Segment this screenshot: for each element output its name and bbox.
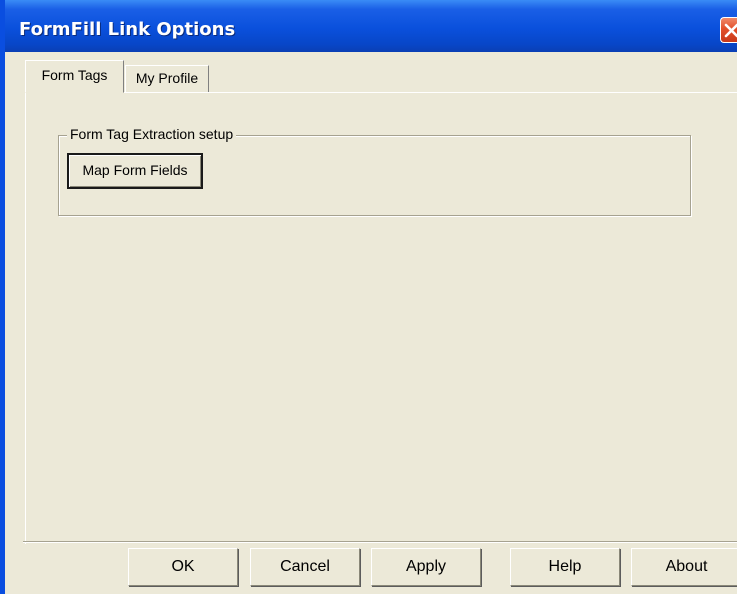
about-button[interactable]: About bbox=[631, 548, 737, 586]
tab-my-profile[interactable]: My Profile bbox=[125, 65, 209, 93]
title-bar[interactable]: FormFill Link Options bbox=[5, 0, 737, 52]
close-icon bbox=[724, 23, 737, 38]
cancel-button[interactable]: Cancel bbox=[250, 548, 360, 586]
tab-form-tags[interactable]: Form Tags bbox=[25, 60, 124, 93]
footer-separator bbox=[23, 541, 737, 543]
apply-button[interactable]: Apply bbox=[371, 548, 481, 586]
ok-button[interactable]: OK bbox=[128, 548, 238, 586]
help-button[interactable]: Help bbox=[510, 548, 620, 586]
close-button[interactable] bbox=[720, 17, 737, 43]
map-form-fields-button[interactable]: Map Form Fields bbox=[67, 153, 203, 189]
window-title: FormFill Link Options bbox=[19, 19, 236, 40]
group-label: Form Tag Extraction setup bbox=[67, 126, 237, 142]
options-dialog: FormFill Link Options Form Tags My Profi… bbox=[0, 0, 737, 594]
